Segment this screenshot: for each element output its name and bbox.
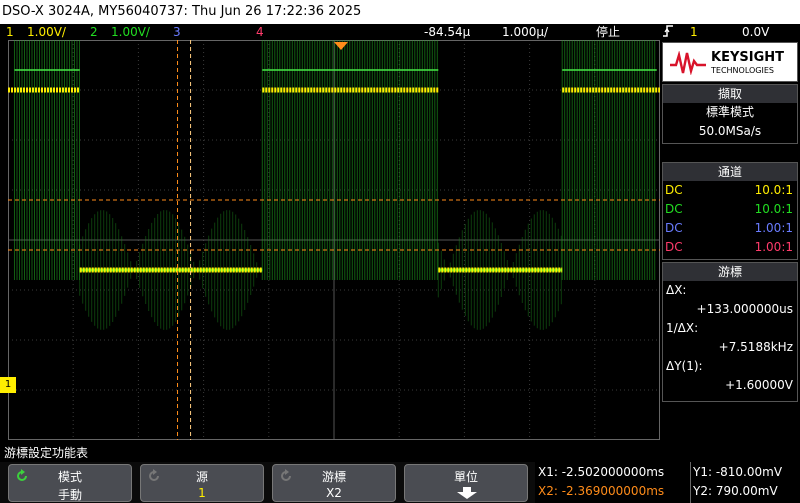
y2-readout: Y2: 790.00mV [693, 484, 778, 498]
ch2-trace [14, 0, 657, 330]
x2-readout: X2: -2.369000000ms [538, 484, 665, 498]
ch1-number[interactable]: 1 [6, 24, 14, 40]
time-delay[interactable]: -84.54µ [424, 24, 470, 40]
cursors-header: 游標 [663, 263, 797, 281]
channel-section[interactable]: 通道 DC 10.0:1 DC 10.0:1 DC 1.00:1 DC 1.00… [662, 162, 798, 260]
run-state: 停止 [596, 25, 621, 39]
source-softkey-value: 1 [198, 486, 206, 500]
ch4-number[interactable]: 4 [256, 24, 264, 40]
mode-softkey-label: 模式 [57, 470, 82, 484]
window-title: DSO-X 3024A, MY56040737: Thu Jun 26 17:2… [0, 0, 800, 24]
trigger-position-marker[interactable] [334, 42, 348, 50]
delta-x-label: ΔX: [666, 283, 687, 297]
channel-row: DC 10.0:1 [665, 202, 793, 216]
time-scale[interactable]: 1.000µ/ [502, 24, 548, 40]
channel-row: DC 1.00:1 [665, 240, 793, 254]
delta-y-value: +1.60000V [725, 378, 793, 392]
trigger-source[interactable]: 1 [690, 24, 698, 40]
channel-row: DC 10.0:1 [665, 183, 793, 197]
status-bar: 1 1.00V/ 2 1.00V/ 3 4 -84.54µ 1.000µ/ 停止… [0, 24, 800, 40]
acquisition-header: 擷取 [663, 85, 797, 103]
brand-name: KEYSIGHT [711, 50, 784, 65]
acquisition-mode: 標準模式 [705, 105, 754, 119]
brand-sub: TECHNOLOGIES [711, 66, 774, 75]
sample-rate: 50.0MSa/s [698, 124, 762, 138]
trigger-level[interactable]: 0.0V [742, 24, 769, 40]
ch2-scale[interactable]: 1.00V/ [111, 24, 150, 40]
source-softkey[interactable]: 源 1 [140, 464, 264, 502]
cursors-softkey-label: 游標 [321, 470, 346, 484]
delta-y-label: ΔY(1): [666, 359, 703, 373]
arrow-down-icon [457, 487, 477, 499]
side-panel: KEYSIGHT TECHNOLOGIES 擷取 標準模式 50.0MSa/s … [662, 42, 798, 444]
channel-header: 通道 [663, 163, 797, 181]
units-softkey[interactable]: 單位 [404, 464, 528, 502]
brand-box: KEYSIGHT TECHNOLOGIES [662, 42, 798, 82]
units-softkey-label: 單位 [453, 470, 478, 484]
ch3-number[interactable]: 3 [173, 24, 181, 40]
channel-row: DC 1.00:1 [665, 221, 793, 235]
delta-x-value: +133.000000us [696, 302, 793, 316]
ch1-scale[interactable]: 1.00V/ [27, 24, 66, 40]
cursors-softkey-value: X2 [326, 486, 342, 500]
keysight-logo-icon [670, 51, 706, 75]
mode-softkey-value: 手動 [57, 488, 82, 502]
waveform-display[interactable] [7, 0, 661, 441]
y1-readout: Y1: -810.00mV [693, 465, 783, 479]
cursors-softkey[interactable]: 游標 X2 [272, 464, 396, 502]
rising-edge-icon [662, 24, 674, 42]
ch1-ground-marker[interactable]: 1 [0, 377, 16, 393]
inverse-delta-x-value: +7.5188kHz [718, 340, 793, 354]
mode-softkey[interactable]: 模式 手動 [8, 464, 132, 502]
softkey-menu-title: 游標設定功能表 [4, 446, 89, 460]
source-softkey-label: 源 [195, 470, 208, 484]
inverse-delta-x-label: 1/ΔX: [666, 321, 699, 335]
cursors-section[interactable]: 游標 ΔX: +133.000000us 1/ΔX: +7.5188kHz ΔY… [662, 262, 798, 402]
x1-readout: X1: -2.502000000ms [538, 465, 665, 479]
ch2-number[interactable]: 2 [90, 24, 98, 40]
acquisition-section[interactable]: 擷取 標準模式 50.0MSa/s [662, 84, 798, 144]
cursor-readout: X1: -2.502000000ms X2: -2.369000000ms Y1… [535, 462, 800, 503]
